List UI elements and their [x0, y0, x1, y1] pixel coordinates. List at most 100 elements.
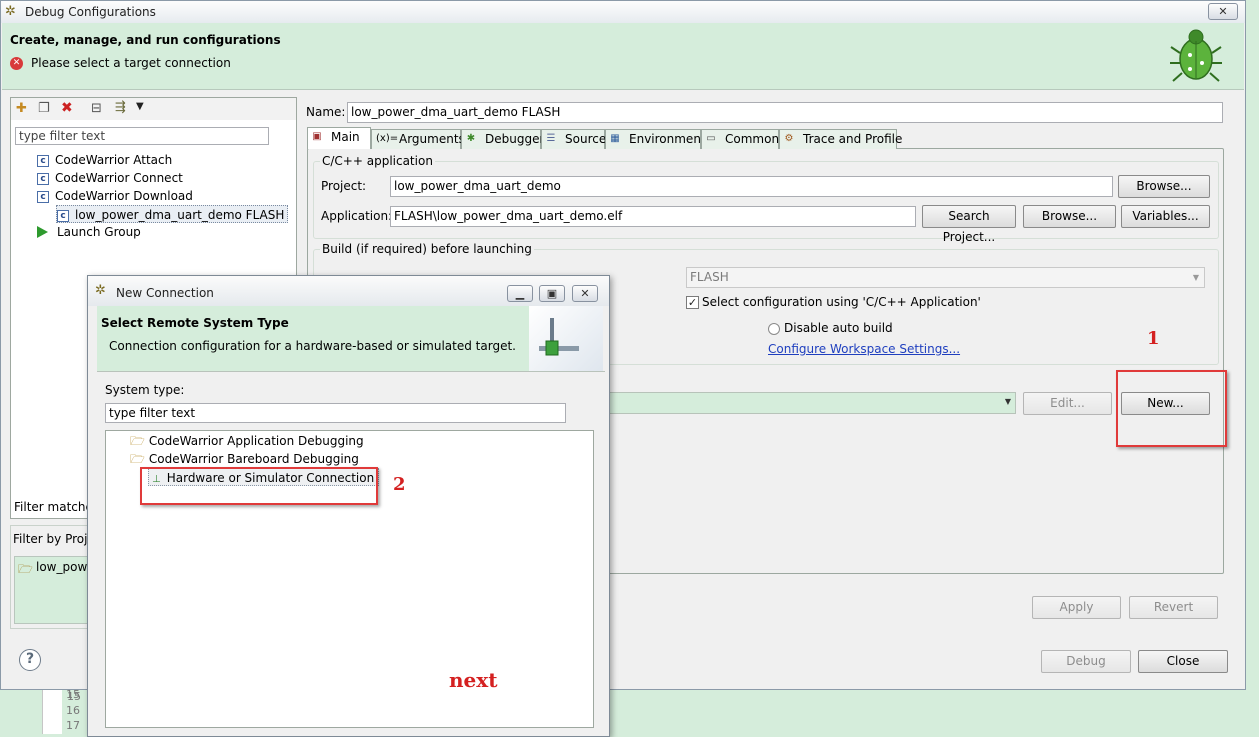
- common-icon: ▭: [706, 133, 716, 144]
- tree-toolbar: ✚ ❐ ✖ ⊟ ⇶ ▼: [11, 98, 296, 120]
- maximize-button[interactable]: ▣: [539, 285, 565, 302]
- dialog-close-button[interactable]: ✕: [572, 285, 598, 302]
- new-config-icon[interactable]: ✚: [16, 101, 27, 116]
- launch-config-icon: c: [37, 190, 49, 203]
- application-field[interactable]: FLASH\low_power_dma_uart_demo.elf: [390, 206, 916, 227]
- error-icon: ✕: [10, 57, 23, 70]
- close-icon: ✕: [1218, 5, 1228, 18]
- next-label: next: [449, 668, 498, 692]
- tree-item-label: CodeWarrior Bareboard Debugging: [148, 452, 359, 466]
- tab-common[interactable]: ▭ Common: [701, 129, 779, 149]
- launch-group-icon: [37, 226, 48, 238]
- debug-button[interactable]: Debug: [1041, 650, 1131, 673]
- connection-window-icon: ✲: [95, 283, 106, 298]
- arguments-icon: (x)=: [376, 133, 399, 144]
- chevron-down-icon[interactable]: ▼: [136, 101, 144, 112]
- window-close-button[interactable]: ✕: [1208, 3, 1238, 20]
- tree-item-codewarrior-attach[interactable]: c CodeWarrior Attach: [37, 151, 172, 169]
- tab-label: Source: [565, 132, 607, 146]
- tab-label: Main: [331, 130, 360, 144]
- dialog-title: New Connection: [116, 286, 214, 300]
- configure-workspace-link[interactable]: Configure Workspace Settings...: [768, 342, 960, 356]
- tree-item-bareboard-debugging[interactable]: 🗁 CodeWarrior Bareboard Debugging: [130, 450, 359, 468]
- launch-config-icon: c: [57, 209, 69, 222]
- build-group-title: Build (if required) before launching: [320, 242, 534, 256]
- dialog-heading: Select Remote System Type: [101, 316, 289, 330]
- tree-item-label: CodeWarrior Application Debugging: [148, 434, 364, 448]
- tab-source[interactable]: ☰ Source: [541, 129, 607, 149]
- tree-item-label: CodeWarrior Connect: [55, 171, 183, 185]
- new-button-highlight: [1116, 370, 1227, 447]
- project-item[interactable]: low_powe: [36, 560, 95, 574]
- new-connection-dialog: ✲ New Connection ▁ ▣ ✕ Select Remote Sys…: [87, 275, 610, 737]
- tree-item-codewarrior-connect[interactable]: c CodeWarrior Connect: [37, 169, 183, 187]
- apply-button[interactable]: Apply: [1032, 596, 1121, 619]
- tree-item-codewarrior-download[interactable]: c CodeWarrior Download: [37, 187, 193, 205]
- chevron-down-icon: ▼: [1004, 397, 1011, 406]
- project-field[interactable]: low_power_dma_uart_demo: [390, 176, 1113, 197]
- help-glyph: ?: [25, 651, 35, 667]
- filter-icon[interactable]: ⇶: [115, 100, 126, 115]
- project-label: Project:: [321, 179, 367, 193]
- revert-button[interactable]: Revert: [1129, 596, 1218, 619]
- connection-select[interactable]: ▼: [601, 392, 1016, 414]
- cpp-application-title: C/C++ application: [320, 154, 435, 168]
- delete-icon[interactable]: ✖: [61, 100, 73, 116]
- help-icon[interactable]: ?: [19, 649, 41, 671]
- minimize-button[interactable]: ▁: [507, 285, 533, 302]
- connection-banner-icon: [529, 306, 603, 371]
- tab-label: Environment: [629, 132, 706, 146]
- step-2-label: 2: [393, 474, 406, 495]
- launch-config-icon: c: [37, 154, 49, 167]
- dialog-header: Create, manage, and run configurations ✕…: [2, 23, 1244, 90]
- system-type-filter-input[interactable]: type filter text: [105, 403, 566, 423]
- tree-item-label: low_power_dma_uart_demo FLASH: [75, 208, 285, 222]
- tree-item-launch-group[interactable]: Launch Group: [37, 223, 141, 241]
- collapse-all-icon[interactable]: ⊟: [91, 101, 102, 116]
- chevron-down-icon: ▼: [1192, 273, 1199, 282]
- folder-icon: 🗁: [130, 434, 145, 448]
- tab-label: Arguments: [399, 132, 465, 146]
- name-field[interactable]: low_power_dma_uart_demo FLASH: [347, 102, 1223, 123]
- tree-item-label: CodeWarrior Download: [55, 189, 193, 203]
- duplicate-icon[interactable]: ❐: [38, 101, 50, 116]
- tab-environment[interactable]: ▦ Environment: [605, 129, 706, 149]
- connection-highlight: [140, 467, 378, 505]
- tree-item-label: CodeWarrior Attach: [55, 153, 173, 167]
- search-project-button[interactable]: Search Project...: [922, 205, 1016, 244]
- close-button[interactable]: Close: [1138, 650, 1228, 673]
- dialog-title-bar: ✲ New Connection ▁ ▣ ✕: [88, 276, 609, 306]
- dialog-description: Connection configuration for a hardware-…: [109, 339, 516, 353]
- tree-filter-input[interactable]: type filter text: [15, 127, 269, 145]
- project-browse-button[interactable]: Browse...: [1118, 175, 1210, 198]
- maximize-icon: ▣: [546, 287, 558, 300]
- build-config-value: FLASH: [690, 270, 729, 284]
- source-icon: ☰: [546, 133, 556, 144]
- line-number: 15: [66, 688, 80, 701]
- step-1-label: 1: [1147, 328, 1160, 349]
- header-separator: [97, 371, 605, 372]
- application-browse-button[interactable]: Browse...: [1023, 205, 1116, 228]
- tree-item-application-debugging[interactable]: 🗁 CodeWarrior Application Debugging: [130, 432, 364, 450]
- tab-debugger[interactable]: ✱ Debugger: [461, 129, 544, 149]
- launch-config-icon: c: [37, 172, 49, 185]
- select-config-label: Select configuration using 'C/C++ Applic…: [702, 295, 981, 309]
- tab-label: Trace and Profile: [803, 132, 903, 146]
- close-icon: ✕: [580, 287, 590, 300]
- tab-arguments[interactable]: (x)= Arguments: [371, 129, 465, 149]
- folder-icon: 🗁: [18, 562, 33, 576]
- disable-auto-build-radio[interactable]: [768, 323, 780, 335]
- editor-background: 15: [42, 690, 81, 734]
- edit-connection-button[interactable]: Edit...: [1023, 392, 1112, 415]
- name-label: Name:: [306, 105, 346, 119]
- filter-by-project-label: Filter by Proje: [13, 532, 95, 546]
- tree-item-selected-config[interactable]: c low_power_dma_uart_demo FLASH: [56, 205, 289, 223]
- variables-button[interactable]: Variables...: [1121, 205, 1210, 228]
- tab-main[interactable]: ▣ Main: [307, 127, 371, 149]
- minimize-icon: ▁: [515, 287, 525, 300]
- bug-icon: [1168, 25, 1224, 85]
- tab-trace-and-profile[interactable]: ⚙ Trace and Profile: [779, 129, 902, 149]
- select-config-checkbox[interactable]: ✓: [686, 296, 699, 309]
- build-config-select[interactable]: FLASH ▼: [686, 267, 1205, 288]
- title-bar: ✲ Debug Configurations ✕: [1, 1, 1245, 23]
